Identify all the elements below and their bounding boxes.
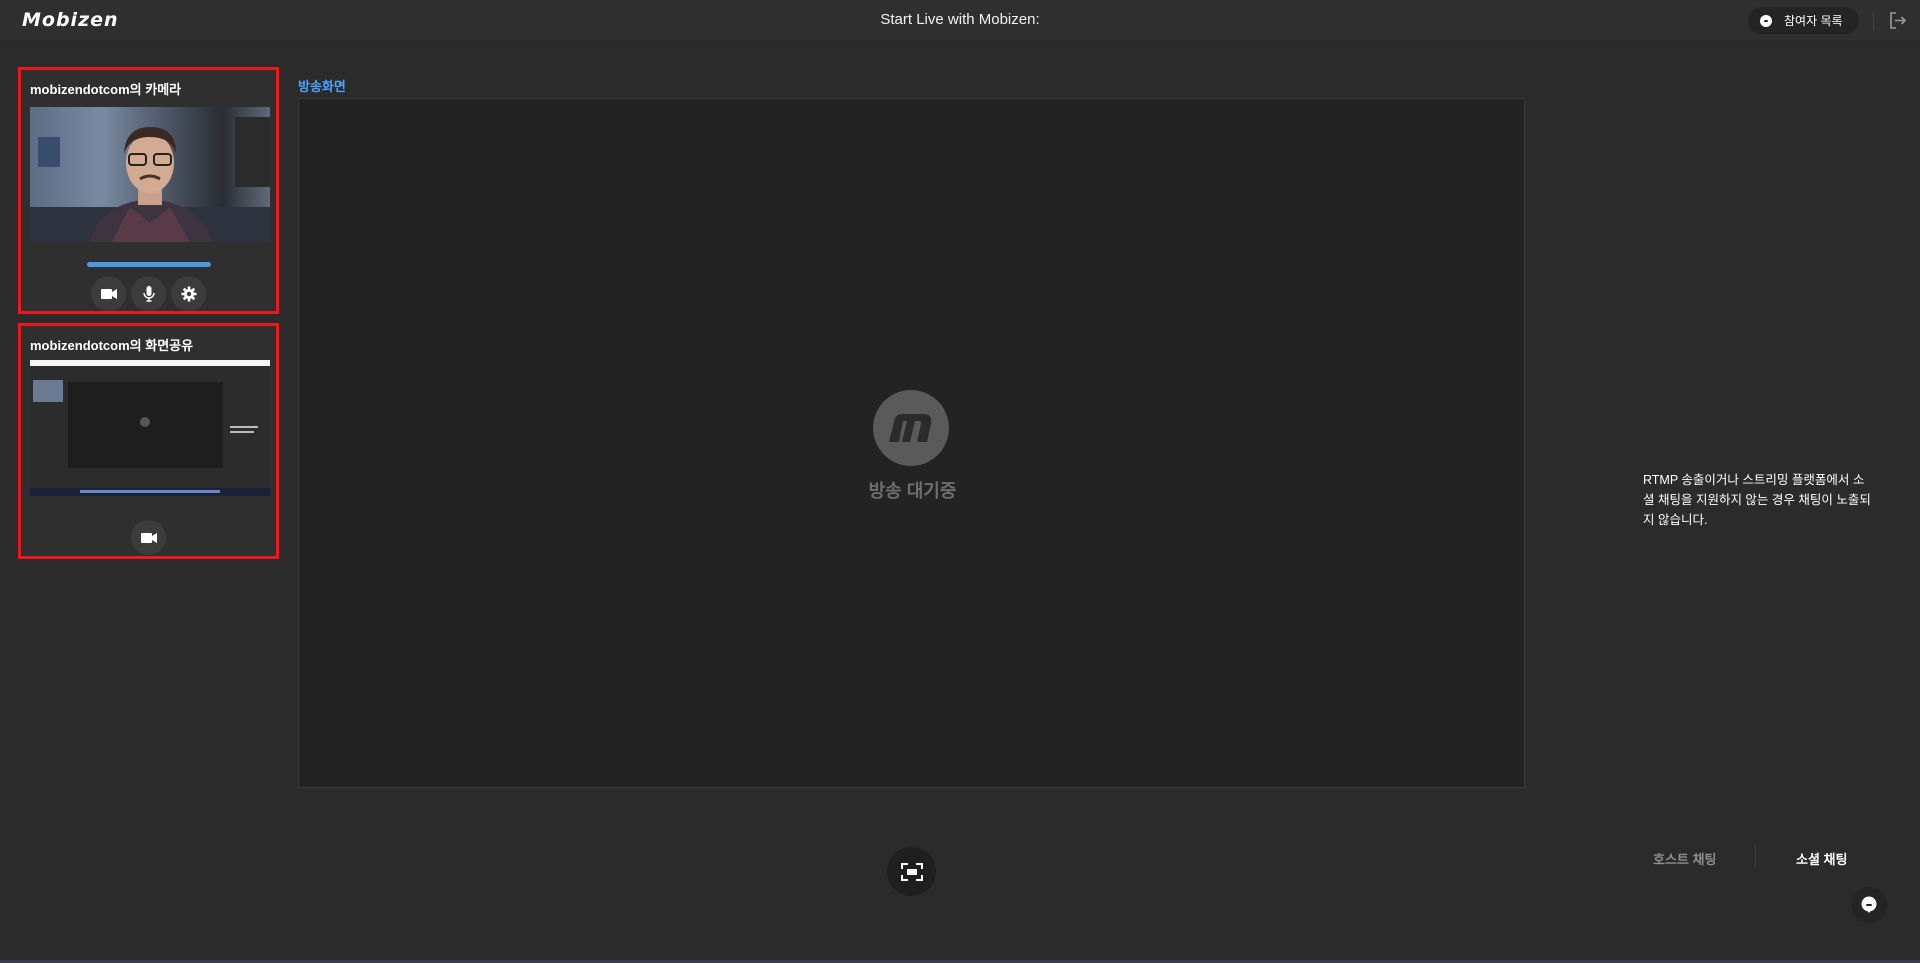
screen-share-preview-image	[30, 360, 270, 496]
exit-icon[interactable]	[1889, 12, 1907, 29]
broadcast-screen-label: 방송화면	[298, 79, 346, 94]
tab-host-chat[interactable]: 호스트 채팅	[1653, 849, 1716, 868]
screen-share-source-title: mobizendotcom의 화면공유	[30, 338, 194, 353]
fullscreen-icon	[900, 862, 923, 881]
chat-toggle-button[interactable]	[1851, 887, 1887, 923]
top-bar: Mobizen Start Live with Mobizen: 참여자 목록	[0, 0, 1920, 41]
camera-settings-button[interactable]	[171, 276, 206, 311]
screen-share-toggle-button[interactable]	[131, 520, 166, 555]
camera-preview	[30, 107, 270, 242]
camera-source-title: mobizendotcom의 카메라	[30, 82, 182, 97]
participants-list-button[interactable]: 참여자 목록	[1748, 7, 1859, 34]
chat-bubble-icon	[1760, 14, 1772, 27]
camera-source-card[interactable]: mobizendotcom의 카메라	[18, 67, 279, 314]
chat-notice-text: RTMP 송출이거나 스트리밍 플랫폼에서 소셜 채팅을 지원하지 않는 경우 …	[1643, 473, 1871, 527]
camera-controls	[21, 276, 276, 311]
page-title: Start Live with Mobizen:	[880, 11, 1040, 28]
microphone-toggle-button[interactable]	[131, 276, 166, 311]
mobizen-logo-icon	[873, 390, 949, 466]
mic-level-meter	[87, 262, 211, 267]
video-camera-icon	[140, 532, 157, 543]
gear-icon	[181, 286, 196, 301]
microphone-icon	[142, 285, 155, 302]
divider	[1873, 11, 1874, 30]
screen-share-controls	[21, 520, 276, 555]
broadcast-stage: 방송 대기중	[298, 98, 1525, 788]
chat-bubble-icon	[1861, 896, 1877, 913]
participants-list-label: 참여자 목록	[1784, 14, 1843, 28]
camera-toggle-button[interactable]	[91, 276, 126, 311]
mobizen-m-icon	[889, 414, 932, 442]
screen-share-preview	[30, 360, 270, 496]
video-camera-icon	[100, 288, 117, 299]
broadcast-status: 방송 대기중	[868, 481, 957, 501]
tab-social-chat[interactable]: 소셜 채팅	[1796, 849, 1847, 868]
fullscreen-button[interactable]	[887, 847, 936, 896]
divider	[1755, 846, 1756, 866]
screen-share-source-card[interactable]: mobizendotcom의 화면공유	[18, 323, 279, 559]
camera-preview-image	[30, 117, 270, 242]
